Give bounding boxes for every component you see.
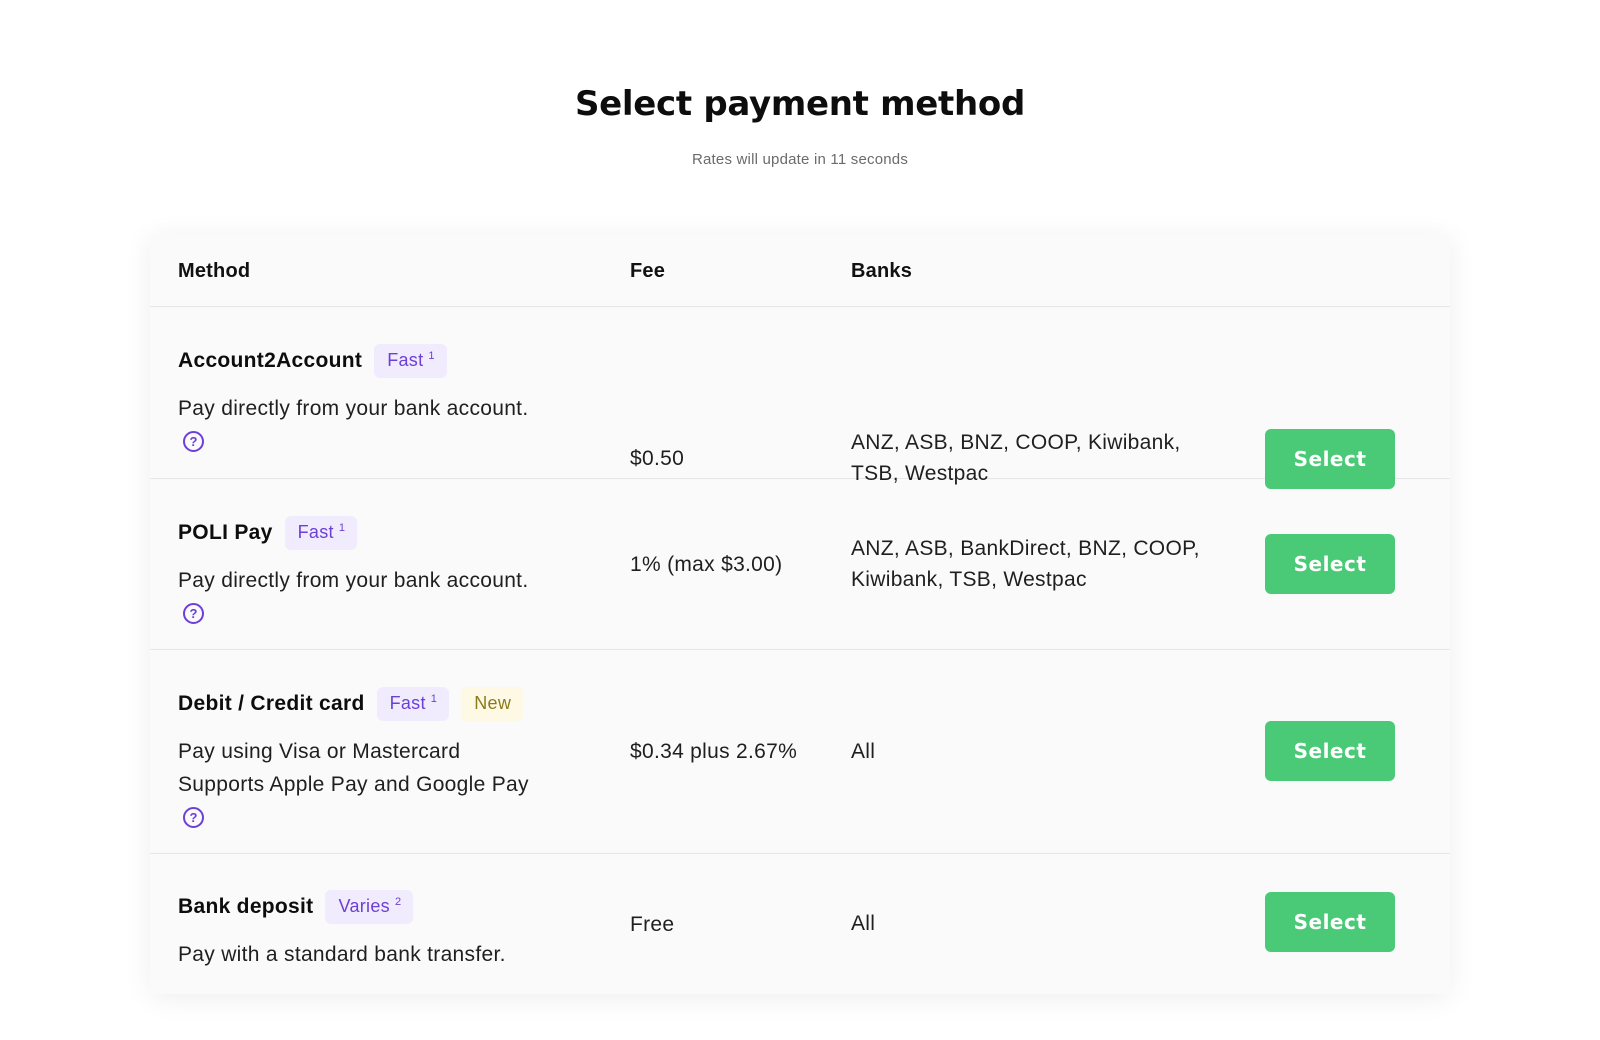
fast-badge: Fast 1: [374, 344, 447, 378]
badge-label: New: [474, 693, 512, 713]
badge-footnote: 1: [430, 693, 438, 705]
table-row: POLI Pay Fast 1 Pay directly from your b…: [150, 479, 1450, 650]
method-name: Bank deposit: [178, 895, 314, 918]
method-description-secondary: Supports Apple Pay and Google Pay: [178, 773, 529, 796]
new-badge: New: [461, 687, 524, 721]
method-name: Debit / Credit card: [178, 692, 365, 715]
method-description: Pay directly from your bank account.: [178, 569, 529, 592]
table-row: Account2Account Fast 1 Pay directly from…: [150, 307, 1450, 489]
question-circle-icon[interactable]: ?: [183, 431, 204, 452]
badge-label: Varies: [338, 896, 390, 916]
column-header-banks: Banks: [851, 260, 913, 282]
method-name-line: Account2Account Fast 1: [178, 343, 528, 379]
method-cell: POLI Pay Fast 1 Pay directly from your b…: [178, 515, 528, 624]
method-description: Pay directly from your bank account.: [178, 397, 529, 420]
method-description: Pay with a standard bank transfer.: [178, 943, 506, 966]
badge-label: Fast: [297, 522, 334, 542]
method-name: POLI Pay: [178, 521, 273, 544]
column-header-fee: Fee: [630, 260, 666, 282]
select-poli-pay-button[interactable]: Select: [1265, 534, 1395, 594]
fee-value: $0.50: [630, 447, 685, 470]
table-row: Bank deposit Varies 2 Pay with a standar…: [150, 854, 1450, 994]
method-description: Pay using Visa or Mastercard: [178, 740, 461, 763]
page-title: Select payment method: [574, 84, 1026, 124]
badge-label: Fast: [387, 350, 424, 370]
method-cell: Bank deposit Varies 2 Pay with a standar…: [178, 889, 506, 971]
method-name-line: POLI Pay Fast 1: [178, 515, 528, 551]
method-cell: Account2Account Fast 1 Pay directly from…: [178, 343, 528, 452]
fast-badge: Fast 1: [376, 687, 450, 721]
method-cell: Debit / Credit card Fast 1 New Pay using…: [178, 686, 529, 828]
select-card-button[interactable]: Select: [1265, 721, 1395, 781]
fee-value: Free: [630, 913, 675, 936]
table-row: Debit / Credit card Fast 1 New Pay using…: [150, 650, 1450, 854]
badge-footnote: 2: [394, 896, 402, 908]
badge-footnote: 1: [338, 522, 346, 534]
varies-badge: Varies 2: [325, 890, 414, 924]
question-circle-icon[interactable]: ?: [183, 603, 204, 624]
badge-label: Fast: [389, 693, 426, 713]
rates-countdown: Rates will update in 11 seconds: [691, 151, 909, 168]
banks-list: All: [851, 740, 876, 763]
fee-value: 1% (max $3.00): [630, 553, 783, 576]
payment-methods-table: Method Fee Banks Account2Account Fast 1 …: [150, 234, 1450, 994]
fast-badge: Fast 1: [284, 516, 358, 550]
select-bank-deposit-button[interactable]: Select: [1265, 892, 1395, 952]
fee-value: $0.34 plus 2.67%: [630, 740, 798, 763]
question-circle-icon[interactable]: ?: [183, 807, 204, 828]
method-name-line: Debit / Credit card Fast 1 New: [178, 686, 529, 722]
table-header: Method Fee Banks: [150, 234, 1450, 307]
method-name-line: Bank deposit Varies 2: [178, 889, 506, 925]
column-header-method: Method: [178, 260, 251, 282]
banks-list: All: [851, 912, 876, 935]
method-name: Account2Account: [178, 349, 363, 372]
badge-footnote: 1: [428, 350, 435, 362]
banks-list: ANZ, ASB, BankDirect, BNZ, COOP, Kiwiban…: [851, 537, 1200, 591]
